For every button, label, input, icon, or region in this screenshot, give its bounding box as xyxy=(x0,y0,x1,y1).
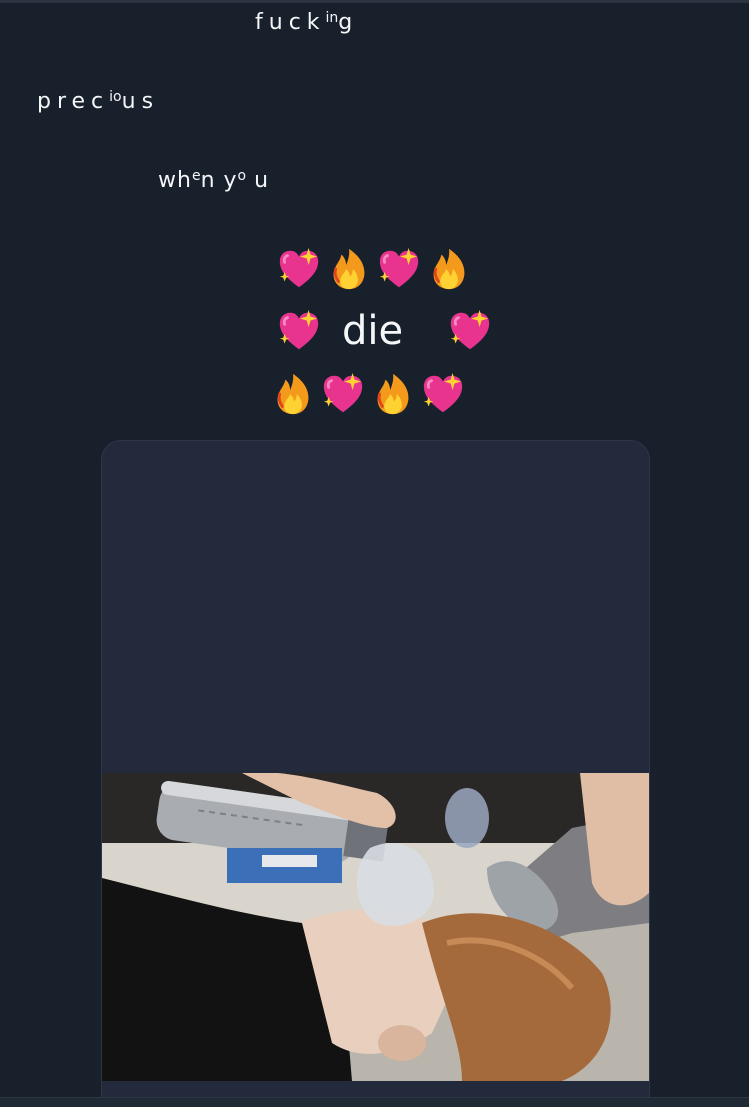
fire-icon xyxy=(270,371,316,417)
sparkling-heart-icon xyxy=(447,308,493,354)
line3-sup2: o xyxy=(237,168,247,184)
sparkling-heart-icon xyxy=(420,371,466,417)
fire-icon xyxy=(426,246,472,292)
tweet-screenshot: fucking precious when yo u die xyxy=(0,0,749,1107)
photo-image[interactable] xyxy=(102,773,649,1081)
line1-tail: g xyxy=(338,10,359,35)
tweet-text-line-3: when yo u xyxy=(158,168,269,193)
sparkling-heart-icon xyxy=(276,308,322,354)
line1-text: fuck xyxy=(255,10,326,35)
line3-text: wh xyxy=(158,168,192,193)
line3-mid: n y xyxy=(200,168,238,193)
emoji-row-3 xyxy=(270,371,466,417)
tweet-text-line-2: precious xyxy=(37,89,159,114)
sparkling-heart-icon xyxy=(376,246,422,292)
line3-tail: u xyxy=(246,168,270,193)
fire-icon xyxy=(370,371,416,417)
fire-icon xyxy=(326,246,372,292)
sparkling-heart-icon xyxy=(320,371,366,417)
emoji-row-2: die xyxy=(276,308,493,354)
die-word: die xyxy=(342,308,404,354)
sparkling-heart-icon xyxy=(276,246,322,292)
line2-sup: io xyxy=(109,89,122,105)
line2-text: prec xyxy=(37,89,110,114)
emoji-row-1 xyxy=(276,246,472,292)
line2-tail: us xyxy=(121,89,160,114)
tweet-text-line-1: fucking xyxy=(255,10,358,35)
bottom-divider xyxy=(0,1097,749,1107)
media-card[interactable] xyxy=(101,440,650,1102)
top-divider xyxy=(0,0,749,3)
line1-sup: in xyxy=(325,10,339,26)
line3-sup1: e xyxy=(191,168,201,184)
